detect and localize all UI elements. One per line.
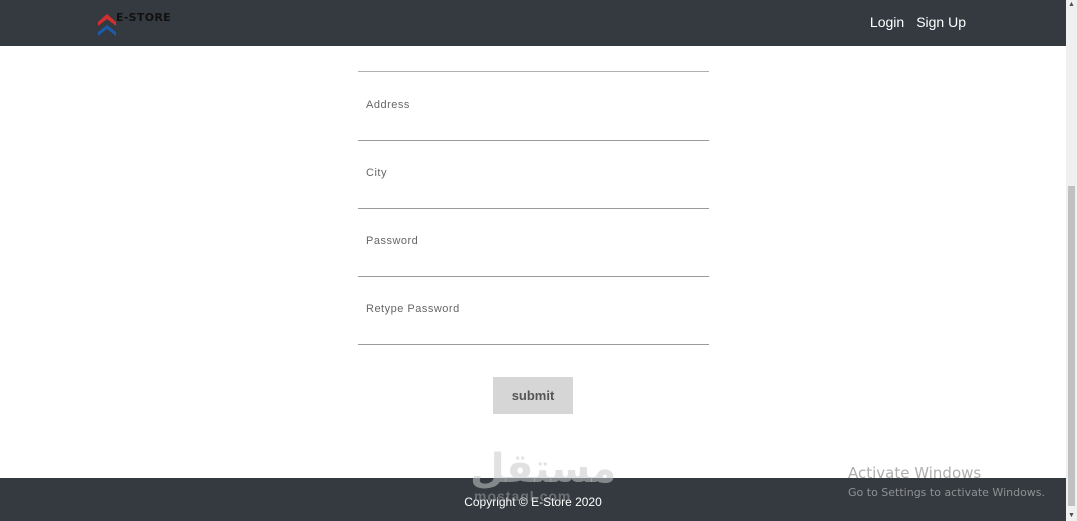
signup-link[interactable]: Sign Up (916, 14, 966, 30)
logo[interactable]: E-STORE (97, 10, 177, 38)
nav-links: Login Sign Up (870, 14, 966, 30)
password-field[interactable]: Password (358, 209, 709, 277)
password-input[interactable] (358, 209, 709, 276)
city-field[interactable]: City (358, 141, 709, 209)
submit-button[interactable]: submit (493, 377, 573, 414)
previous-field-underline (358, 71, 709, 72)
copyright-text: Copyright © E-Store 2020 (464, 495, 602, 509)
scroll-down-arrow-icon[interactable]: ▼ (1066, 511, 1077, 521)
login-link[interactable]: Login (870, 14, 904, 30)
vertical-scrollbar[interactable]: ▲ ▼ (1066, 0, 1077, 521)
store-logo-icon (98, 14, 116, 36)
retype-password-input[interactable] (358, 277, 709, 344)
city-input[interactable] (358, 141, 709, 208)
retype-password-field[interactable]: Retype Password (358, 277, 709, 345)
scrollbar-thumb[interactable] (1068, 186, 1075, 506)
footer: Copyright © E-Store 2020 (0, 478, 1066, 521)
top-navbar: E-STORE Login Sign Up (0, 0, 1066, 46)
scroll-up-arrow-icon[interactable]: ▲ (1066, 0, 1077, 10)
address-field[interactable]: Address (358, 73, 709, 141)
retype-password-underline (358, 344, 709, 345)
page: E-STORE Login Sign Up Address City Passw… (0, 0, 1077, 521)
logo-text: E-STORE (116, 11, 171, 24)
address-input[interactable] (358, 73, 709, 140)
